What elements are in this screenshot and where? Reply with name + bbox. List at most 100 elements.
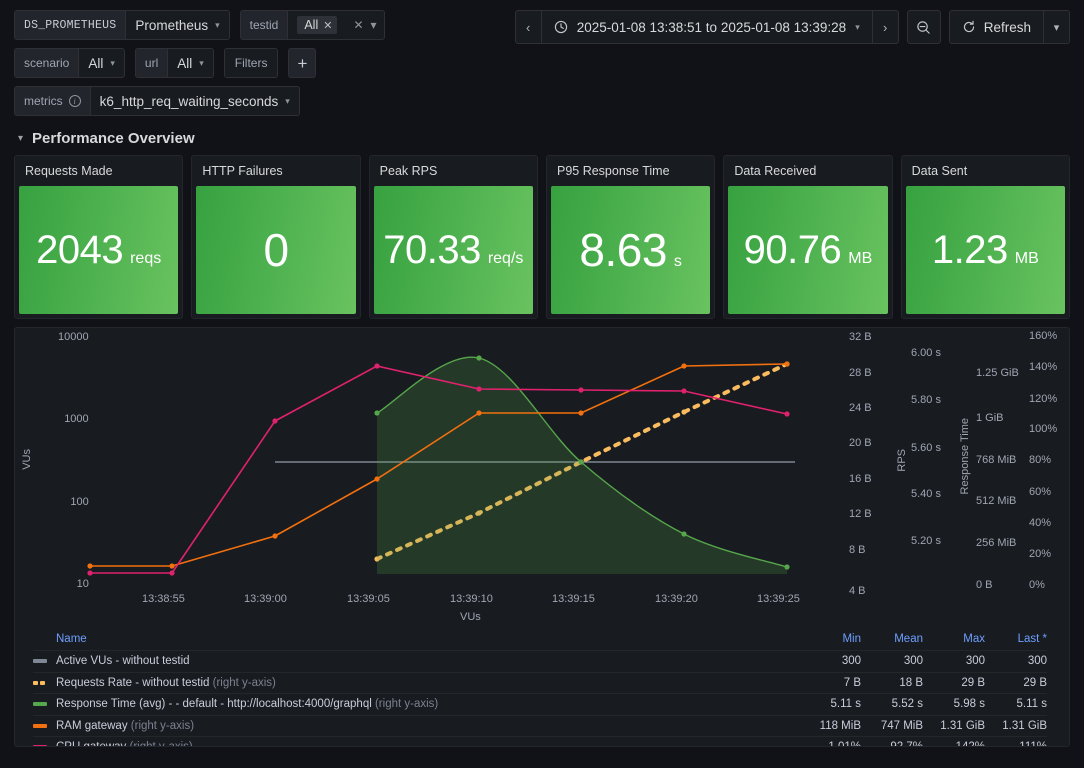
refresh-interval-dropdown[interactable]: ▾ — [1043, 11, 1069, 43]
row-header-performance-overview[interactable]: ▾ Performance Overview — [0, 124, 1084, 155]
legend-cell-mean: 5.52 s — [891, 698, 923, 711]
y-axis-tick-rps: 5.40 s — [911, 488, 941, 500]
legend-series-name[interactable]: RAM gateway (right y-axis) — [33, 720, 799, 732]
series-color-swatch[interactable] — [33, 702, 47, 707]
legend-col-min[interactable]: Min — [799, 633, 861, 645]
legend-cell-min: 7 B — [843, 676, 861, 689]
legend-col-mean[interactable]: Mean — [861, 633, 923, 645]
series-color-swatch[interactable] — [33, 723, 47, 728]
legend-series-axis-note: (right y-axis) — [371, 698, 439, 711]
scenario-variable[interactable]: scenario All ▾ — [14, 48, 125, 78]
y-axis-tick-rps: 6.00 s — [911, 347, 941, 359]
stat-value-unit: s — [673, 253, 682, 270]
testid-variable-value[interactable]: All ✕ — [288, 11, 346, 39]
url-variable-text: All — [177, 55, 193, 71]
legend-cell-last: 300 — [1027, 655, 1047, 668]
y-axis-tick-left: 10 — [76, 578, 89, 590]
y-axis-tick-bytes: 4 B — [849, 585, 866, 597]
stat-panel[interactable]: HTTP Failures 0 — [191, 155, 361, 319]
y-axis-tick-left: 1000 — [64, 413, 89, 425]
x-axis-tick: 13:39:10 — [450, 593, 493, 605]
legend-series-name[interactable]: CPU gateway (right y-axis) — [33, 741, 799, 746]
legend-cell-mean: 747 MiB — [880, 719, 923, 732]
metrics-variable[interactable]: metrics i k6_http_req_waiting_seconds ▾ — [14, 86, 300, 116]
legend-series-axis-note: (right y-axis) — [209, 676, 276, 689]
chevron-down-icon: ▾ — [18, 133, 24, 144]
legend-cell-min: 118 MiB — [819, 719, 861, 732]
x-axis-tick: 13:39:20 — [655, 593, 698, 605]
legend-table: Name Min Mean Max Last * Active VUs - wi… — [15, 628, 1069, 746]
legend-cell-max: 300 — [965, 655, 985, 668]
url-variable-value[interactable]: All ▾ — [168, 49, 213, 77]
testid-selected-pill[interactable]: All ✕ — [297, 16, 338, 34]
y-axis-tick-rps: 5.60 s — [911, 442, 941, 454]
metrics-variable-value[interactable]: k6_http_req_waiting_seconds ▾ — [91, 87, 299, 115]
legend-cell-last: 111% — [985, 741, 1047, 746]
series-color-swatch[interactable] — [33, 680, 47, 685]
refresh-control[interactable]: Refresh ▾ — [948, 10, 1070, 44]
add-filter-button[interactable]: + — [288, 48, 317, 78]
stat-panel[interactable]: Requests Made 2043 reqs — [14, 155, 184, 319]
stat-panel[interactable]: Peak RPS 70.33 req/s — [368, 155, 538, 319]
close-icon[interactable]: ✕ — [323, 19, 332, 32]
legend-series-label-text: Requests Rate - without testid — [56, 676, 210, 689]
legend-cell-mean: 300 — [903, 655, 923, 668]
scenario-variable-value[interactable]: All ▾ — [79, 49, 124, 77]
stat-panel-body: 8.63 s — [550, 186, 711, 314]
plot-svg[interactable] — [15, 328, 1069, 628]
y-axis-tick-resptime: 768 MiB — [976, 454, 1017, 466]
stat-panel[interactable]: Data Sent 1.23 MB — [900, 155, 1070, 319]
legend-series-axis-note: (right y-axis) — [126, 741, 193, 746]
legend-col-last[interactable]: Last * — [985, 633, 1047, 645]
legend-row[interactable]: RAM gateway (right y-axis) 118 MiB 747 MiB… — [33, 714, 1047, 737]
y-axis-label-left: VUs — [21, 449, 33, 470]
x-axis-tick: 13:38:55 — [142, 593, 185, 605]
metrics-variable-label: metrics i — [15, 87, 91, 115]
info-icon[interactable]: i — [68, 95, 81, 107]
legend-cell-last: 29 B — [1023, 676, 1047, 689]
y-axis-tick-bytes: 8 B — [849, 544, 866, 556]
datasource-variable-value[interactable]: Prometheus ▾ — [126, 11, 228, 39]
testid-pill-text: All — [304, 18, 319, 32]
legend-series-label: RAM gateway (right y-axis) — [56, 720, 194, 732]
y-axis-tick-percent: 40% — [1029, 517, 1052, 529]
legend-row[interactable]: Requests Rate - without testid (right y-… — [33, 671, 1047, 694]
series-color-swatch[interactable] — [33, 659, 47, 664]
testid-variable[interactable]: testid All ✕ ✕ ▾ — [239, 10, 385, 40]
stat-panel-title: HTTP Failures — [202, 164, 283, 178]
legend-row[interactable]: Active VUs - without testid 300 300 300 300 — [33, 650, 1047, 672]
refresh-button[interactable]: Refresh — [950, 11, 1043, 43]
stat-panel[interactable]: P95 Response Time 8.63 s — [545, 155, 716, 319]
legend-series-name[interactable]: Active VUs - without testid — [33, 655, 799, 667]
filters-label: Filters — [223, 48, 279, 78]
legend-col-max[interactable]: Max — [923, 633, 985, 645]
time-range-value[interactable]: 2025-01-08 13:38:51 to 2025-01-08 13:39:… — [542, 11, 872, 43]
legend-series-label-text: CPU gateway — [56, 741, 126, 746]
legend-col-name[interactable]: Name — [33, 633, 799, 645]
stat-panel-value: 2043 reqs — [36, 230, 161, 270]
clear-icon[interactable]: ✕ — [346, 18, 370, 32]
x-axis-tick: 13:39:15 — [552, 593, 595, 605]
y-axis-tick-percent: 0% — [1029, 579, 1045, 591]
legend-row[interactable]: Response Time (avg) - - default - http:/… — [33, 693, 1047, 715]
time-shift-forward-button[interactable]: › — [871, 11, 898, 43]
refresh-label: Refresh — [983, 19, 1031, 35]
legend-series-label: Active VUs - without testid — [56, 655, 190, 667]
series-color-swatch[interactable] — [33, 745, 47, 746]
legend-series-name[interactable]: Requests Rate - without testid (right y-… — [33, 677, 799, 689]
stat-panel-title: Requests Made — [25, 164, 113, 178]
stat-value-number: 0 — [263, 224, 289, 276]
y-axis-tick-rps: 5.20 s — [911, 535, 941, 547]
url-variable[interactable]: url All ▾ — [134, 48, 214, 78]
legend-row[interactable]: CPU gateway (right y-axis) 1.01%92.7%142%… — [33, 736, 1047, 746]
legend-series-label: Requests Rate - without testid (right y-… — [56, 677, 276, 689]
zoom-out-button[interactable] — [906, 10, 941, 44]
stat-panel-value: 0 — [263, 224, 289, 276]
y-axis-tick-percent: 80% — [1029, 454, 1052, 466]
legend-series-name[interactable]: Response Time (avg) - - default - http:/… — [33, 698, 799, 710]
chevron-down-icon[interactable]: ▾ — [371, 18, 384, 32]
datasource-variable[interactable]: DS_PROMETHEUS Prometheus ▾ — [14, 10, 230, 40]
stat-panel[interactable]: Data Received 90.76 MB — [723, 155, 893, 319]
time-shift-back-button[interactable]: ‹ — [516, 11, 542, 43]
time-range-picker[interactable]: ‹ 2025-01-08 13:38:51 to 2025-01-08 13:3… — [514, 10, 899, 44]
